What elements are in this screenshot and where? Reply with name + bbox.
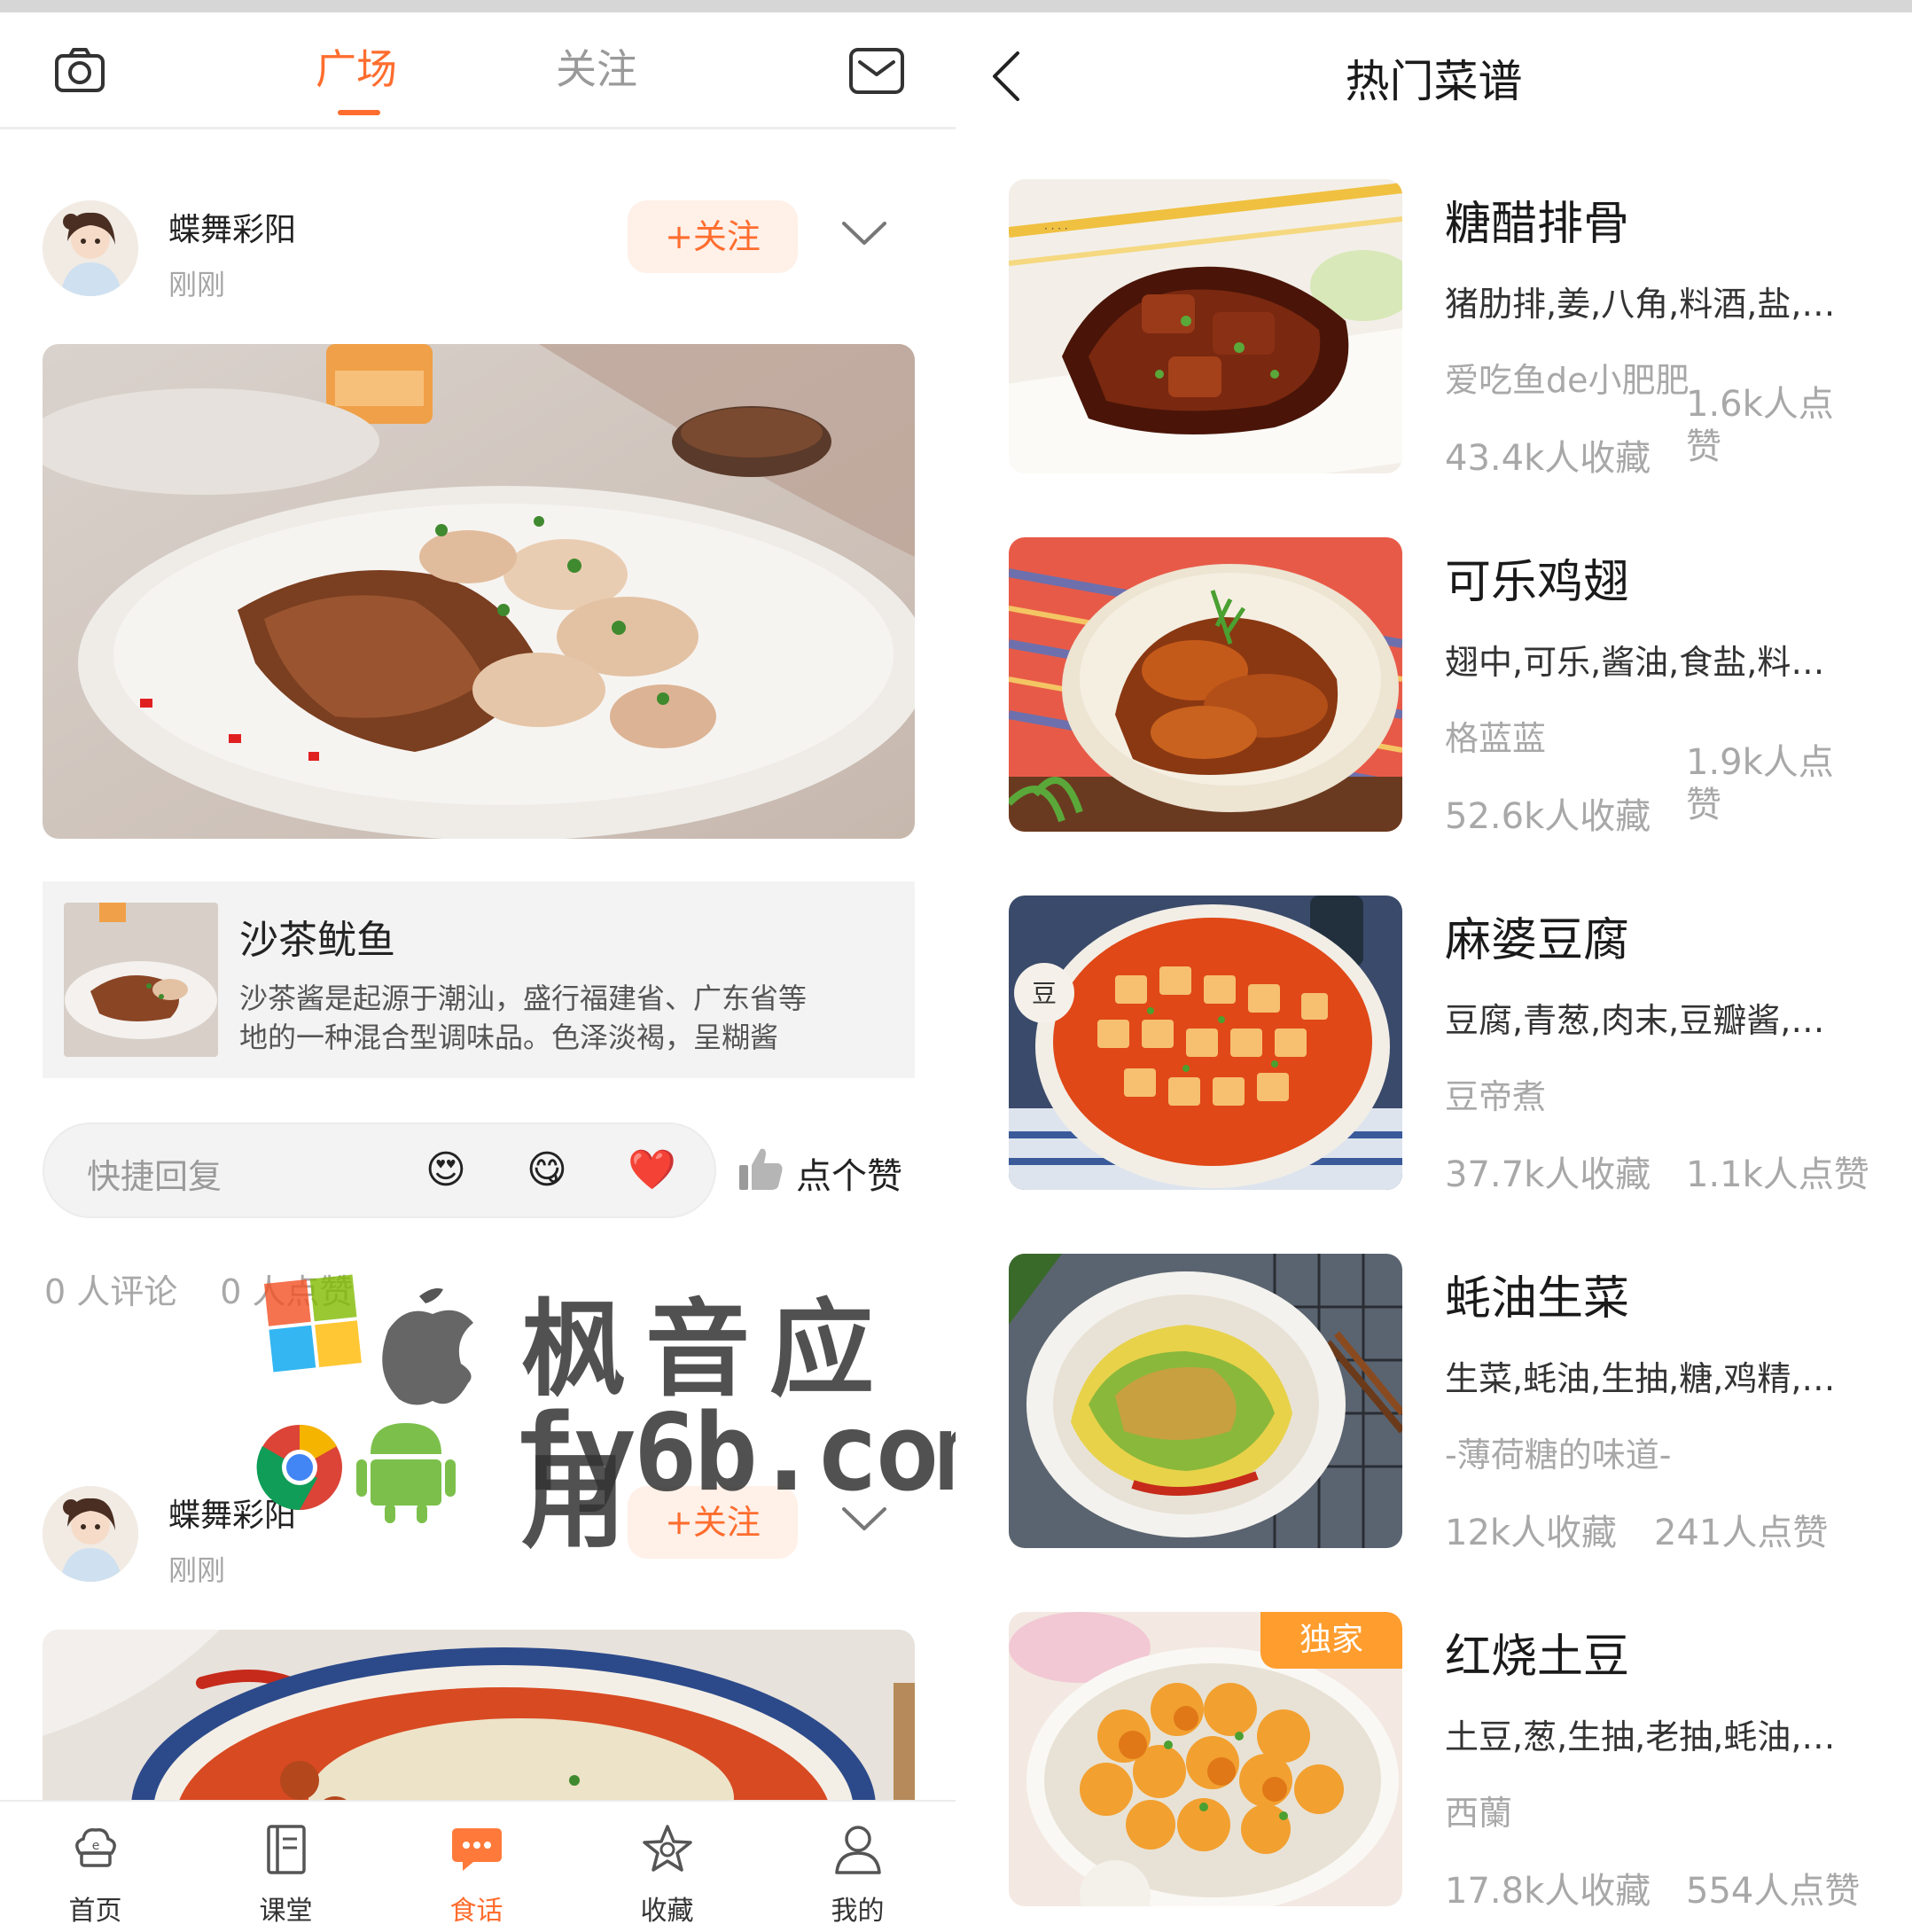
recipe-name: 蚝油生菜 — [1445, 1272, 1630, 1326]
chevron-down-icon[interactable] — [840, 218, 888, 250]
recipe-likes: 1.6k人点赞 — [1686, 384, 1834, 467]
avatar[interactable] — [43, 1486, 138, 1582]
recipe-description-line: 沙茶酱是起源于潮汕，盛行福建省、广东省等 — [239, 982, 808, 1015]
thumbs-up-icon — [739, 1148, 783, 1190]
star-icon — [643, 1825, 692, 1872]
recipe-favorites: 17.8k人收藏 — [1445, 1871, 1651, 1912]
username[interactable]: 蝶舞彩阳 — [168, 1490, 296, 1536]
book-icon — [267, 1825, 306, 1874]
post-time: 刚刚 — [168, 1553, 226, 1587]
emoji-heart[interactable]: ❤️ — [628, 1146, 676, 1195]
feed-header: 广场 关注 — [0, 12, 956, 129]
nav-favorites[interactable]: 收藏 — [572, 1802, 762, 1932]
tab-square[interactable]: 广场 — [316, 43, 397, 96]
feed-screen: 广场 关注 蝶舞彩阳 刚刚 +关注 沙茶鱿鱼 沙茶酱是起源于潮汕，盛行福建省、广… — [0, 0, 956, 1932]
recipe-ingredients: 猪肋排,姜,八角,料酒,盐,… — [1445, 285, 1836, 324]
recipe-likes: 241人点赞 — [1654, 1513, 1829, 1553]
nav-me-label: 我的 — [831, 1896, 885, 1927]
post-time: 刚刚 — [168, 268, 226, 301]
recipe-author[interactable]: 西蘭 — [1445, 1786, 1512, 1834]
nav-home[interactable]: e 首页 — [0, 1802, 191, 1932]
recipe-ingredients: 生菜,蚝油,生抽,糖,鸡精,… — [1445, 1359, 1836, 1398]
nav-talk[interactable]: 食话 — [381, 1802, 572, 1932]
exclusive-badge: 独家 — [1260, 1612, 1402, 1669]
home-chef-icon: e — [75, 1827, 116, 1867]
tab-active-indicator — [338, 110, 380, 115]
emoji-yum[interactable]: 😋 — [527, 1146, 567, 1195]
recipe-ingredients: 豆腐,青葱,肉末,豆瓣酱,… — [1445, 1001, 1825, 1040]
chat-bubble-icon — [452, 1828, 502, 1871]
like-count: 0 人点赞 — [220, 1272, 354, 1311]
page-title: 热门菜谱 — [1345, 56, 1523, 107]
recipe-list-item[interactable]: · · · · 糖醋排骨 猪肋排,姜,八角,料酒,盐,… 爱吃鱼de小肥肥 43… — [956, 179, 1912, 481]
screenshot-root: 广场 关注 蝶舞彩阳 刚刚 +关注 沙茶鱿鱼 沙茶酱是起源于潮汕，盛行福建省、广… — [0, 0, 1912, 1932]
tab-following[interactable]: 关注 — [556, 43, 637, 96]
recipe-ingredients: 翅中,可乐,酱油,食盐,料… — [1445, 643, 1825, 682]
recipe-thumbnail — [64, 903, 218, 1057]
nav-me[interactable]: 我的 — [762, 1802, 953, 1932]
user-icon — [835, 1826, 881, 1874]
recipe-list-item[interactable]: 蚝油生菜 生菜,蚝油,生抽,糖,鸡精,… -薄荷糖的味道- 12k人收藏 241… — [956, 1254, 1912, 1555]
chevron-down-icon[interactable] — [840, 1504, 888, 1536]
status-bar — [0, 0, 956, 12]
recipe-author[interactable]: 格蓝蓝 — [1445, 711, 1546, 760]
recipe-list-item[interactable]: 独家 红烧土豆 土豆,葱,生抽,老抽,蚝油,… 西蘭 17.8k人收藏 554人… — [956, 1612, 1912, 1913]
emoji-heart-eyes[interactable]: 😍 — [425, 1146, 466, 1195]
hot-recipes-screen: 热门菜谱 · · · · 糖醋排骨 猪肋排,姜,八角,料酒,盐,… 爱吃鱼de小… — [956, 0, 1912, 1932]
recipe-name: 麻婆豆腐 — [1445, 914, 1630, 967]
recipe-favorites: 12k人收藏 — [1445, 1513, 1618, 1553]
recipe-author[interactable]: 豆帝煮 — [1445, 1069, 1546, 1118]
recipe-favorites: 43.4k人收藏 — [1445, 438, 1651, 479]
mail-icon[interactable] — [849, 48, 904, 94]
svg-text:e: e — [92, 1839, 100, 1853]
recipe-photo — [1009, 1254, 1402, 1548]
bottom-navigation: e 首页 课堂 食话 收藏 我的 — [0, 1800, 956, 1932]
recipe-photo: 豆 — [1009, 896, 1402, 1190]
recipe-card[interactable]: 沙茶鱿鱼 沙茶酱是起源于潮汕，盛行福建省、广东省等 地的一种混合型调味品。色泽淡… — [43, 881, 915, 1078]
recipe-favorites: 52.6k人收藏 — [1445, 796, 1651, 837]
recipe-description-line: 地的一种混合型调味品。色泽淡褐，呈糊酱 — [239, 1021, 779, 1054]
recipe-author[interactable]: 爱吃鱼de小肥肥 — [1445, 353, 1690, 402]
recipe-photo: · · · · — [1009, 179, 1402, 473]
quick-reply-input[interactable]: 快捷回复 😍 😋 ❤️ — [43, 1122, 716, 1218]
recipe-photo — [1009, 537, 1402, 832]
post-photo[interactable] — [43, 344, 915, 839]
recipe-favorites: 37.7k人收藏 — [1445, 1154, 1651, 1195]
status-bar — [956, 0, 1912, 12]
follow-button[interactable]: +关注 — [628, 200, 798, 273]
nav-class[interactable]: 课堂 — [191, 1802, 381, 1932]
recipe-list-item[interactable]: 可乐鸡翅 翅中,可乐,酱油,食盐,料… 格蓝蓝 52.6k人收藏 1.9k人点赞 — [956, 537, 1912, 839]
quick-reply-placeholder: 快捷回复 — [87, 1157, 222, 1196]
username[interactable]: 蝶舞彩阳 — [168, 204, 296, 250]
recipe-description: 沙茶酱是起源于潮汕，盛行福建省、广东省等 地的一种混合型调味品。色泽淡褐，呈糊酱 — [239, 979, 899, 1057]
recipe-likes: 1.1k人点赞 — [1686, 1154, 1869, 1195]
camera-icon[interactable] — [55, 48, 105, 92]
recipe-list-item[interactable]: 豆 麻婆豆腐 豆腐,青葱,肉末,豆瓣酱,… 豆帝煮 37.7k人收藏 1.1k人… — [956, 896, 1912, 1197]
svg-text:· · · ·: · · · · — [1044, 223, 1068, 235]
recipe-name: 糖醋排骨 — [1445, 198, 1630, 251]
recipe-likes: 1.9k人点赞 — [1686, 742, 1834, 825]
like-label: 点个赞 — [796, 1156, 902, 1197]
avatar[interactable] — [43, 200, 138, 296]
nav-talk-label: 食话 — [449, 1896, 503, 1927]
post-stats: 0 人评论 0 人点赞 — [44, 1264, 396, 1313]
nav-class-label: 课堂 — [259, 1896, 313, 1927]
svg-text:豆: 豆 — [1032, 979, 1057, 1008]
nav-home-label: 首页 — [68, 1896, 122, 1927]
recipe-likes: 554人点赞 — [1686, 1871, 1861, 1912]
follow-button[interactable]: +关注 — [628, 1486, 798, 1559]
post-header: 蝶舞彩阳 刚刚 +关注 — [0, 200, 956, 316]
recipe-name: 红烧土豆 — [1445, 1631, 1630, 1684]
recipe-ingredients: 土豆,葱,生抽,老抽,蚝油,… — [1445, 1717, 1836, 1756]
comment-count[interactable]: 0 人评论 — [44, 1272, 177, 1311]
nav-favorites-label: 收藏 — [640, 1896, 694, 1927]
recipe-name: 可乐鸡翅 — [1445, 556, 1630, 609]
recipe-title: 沙茶鱿鱼 — [239, 918, 395, 963]
post-header: 蝶舞彩阳 刚刚 +关注 — [0, 1486, 956, 1601]
recipe-author[interactable]: -薄荷糖的味道- — [1445, 1427, 1671, 1476]
recipe-photo: 独家 — [1009, 1612, 1402, 1906]
